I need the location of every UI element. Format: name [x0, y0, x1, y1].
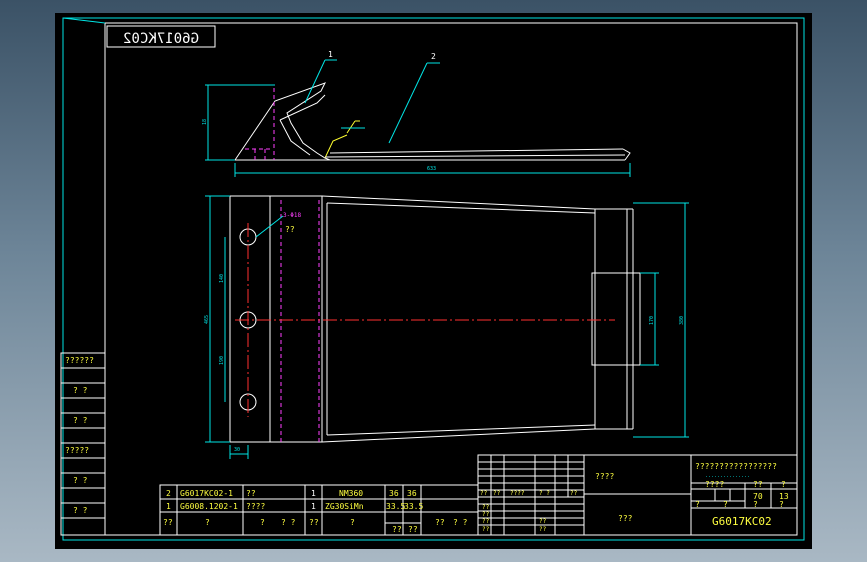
part-qty: 1: [311, 502, 316, 511]
sign-label: ??: [570, 490, 578, 497]
inner-frame: [104, 22, 798, 536]
outer-frame: [62, 17, 805, 541]
sign-label: ??: [493, 490, 501, 497]
grid-label: ??: [482, 511, 490, 518]
title-sub-label: ?: [781, 480, 786, 489]
dim-190: 190: [219, 356, 225, 365]
side-label: ? ?: [73, 476, 88, 485]
part-weight-total: 33.5: [404, 502, 423, 511]
dim-hole-note: ??: [285, 225, 295, 234]
list-header: ? ?: [453, 518, 468, 527]
drawing-number: G6017KC02: [712, 515, 772, 528]
title-dots: ...............: [705, 473, 750, 479]
title-mark: ?: [695, 500, 700, 509]
dim-length: 633: [427, 166, 436, 172]
part-material: ZG30SiMn: [325, 502, 364, 511]
cad-drawing: G6017KC02 ?????? ? ? ? ? ????? ? ? ? ? 1: [60, 17, 805, 541]
list-header: ??: [309, 518, 319, 527]
part-no: 2: [166, 489, 171, 498]
dim-170: 170: [649, 316, 655, 325]
side-view: [234, 82, 631, 161]
part-code: G6008.1202-1: [180, 502, 238, 511]
frame-corner: [62, 17, 106, 24]
dim-380: 380: [679, 316, 685, 325]
grid-label: ??: [539, 526, 547, 533]
grid-label: ??: [482, 504, 490, 511]
list-header: ?: [260, 518, 265, 527]
part-name: ????: [246, 502, 265, 511]
callout-2: 2: [431, 52, 436, 61]
callout-leader-1: [304, 59, 326, 104]
title-mark: ?: [753, 500, 758, 509]
list-header: ?: [350, 518, 355, 527]
grid-label: ??: [539, 518, 547, 525]
title-mark: ?: [723, 500, 728, 509]
side-label: ? ?: [73, 386, 88, 395]
list-header: ??: [392, 525, 402, 534]
dim-hole: 3-Φ18: [283, 212, 301, 219]
grid-label: ??: [482, 526, 490, 533]
list-header: ?: [205, 518, 210, 527]
part-weight: 36: [389, 489, 399, 498]
title-sub-label: ????: [705, 480, 724, 489]
side-label: ?????: [65, 446, 89, 455]
list-header: ??: [435, 518, 445, 527]
part-name: ??: [246, 489, 256, 498]
part-weight-total: 36: [407, 489, 417, 498]
drawing-sheet: G6017KC02 ?????? ? ? ? ? ????? ? ? ? ? 1: [55, 13, 812, 549]
side-label: ? ?: [73, 416, 88, 425]
part-qty: 1: [311, 489, 316, 498]
side-label: ? ?: [73, 506, 88, 515]
dim-140: 140: [219, 274, 225, 283]
list-header: ? ?: [281, 518, 296, 527]
stamp-text: G6017KC02: [123, 31, 199, 47]
dim-height: 18: [202, 119, 208, 125]
title-cell-a: ????: [595, 472, 614, 481]
sign-label: ? ?: [539, 490, 550, 497]
part-code: G6017KC02-1: [180, 489, 233, 498]
grid-label: ??: [482, 518, 490, 525]
callout-1: 1: [328, 50, 333, 59]
sign-label: ??: [480, 490, 488, 497]
sign-label: ????: [510, 490, 525, 497]
list-header: ??: [408, 525, 418, 534]
drawing-title: ?????????????????: [695, 462, 777, 471]
list-header: ??: [163, 518, 173, 527]
side-label: ??????: [65, 356, 94, 365]
dim-465: 465: [204, 315, 210, 324]
title-sub-label: ??: [753, 480, 763, 489]
title-cell-b: ???: [618, 514, 633, 523]
callout-leader-2: [388, 62, 428, 144]
title-mark: ?: [779, 500, 784, 509]
part-weight: 33.5: [386, 502, 405, 511]
dim-30: 30: [234, 447, 240, 453]
part-no: 1: [166, 502, 171, 511]
part-material: NM360: [339, 489, 363, 498]
